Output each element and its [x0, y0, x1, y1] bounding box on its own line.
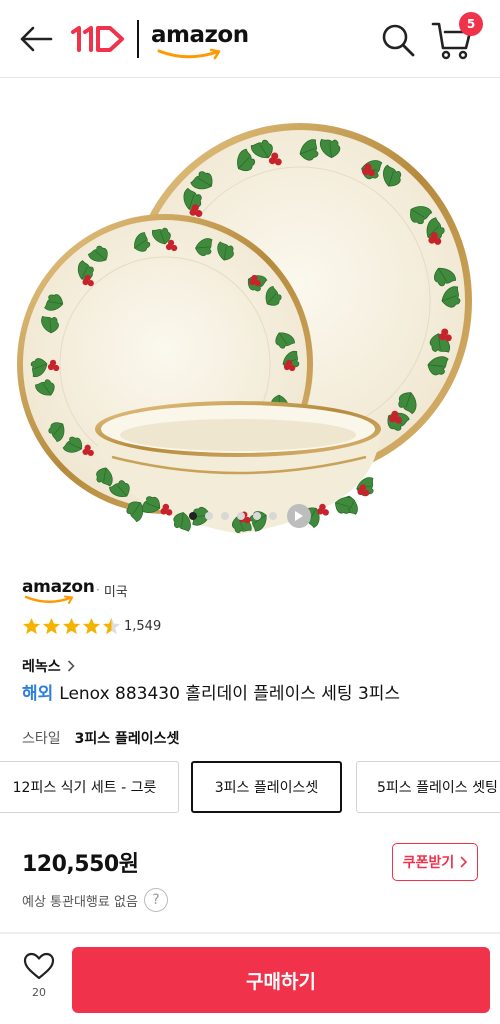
option-chips: 12피스 식기 세트 - 그릇 3피스 플레이스셋 5피스 플레이스 셋팅 [0, 761, 500, 815]
star-rating [22, 617, 121, 636]
seller-amazon-logo: amazon [22, 576, 95, 604]
option-chip-selected[interactable]: 3피스 플레이스셋 [191, 761, 342, 813]
style-row: 스타일 3피스 플레이스셋 [22, 728, 179, 748]
pagination-dot[interactable] [221, 512, 229, 520]
option-label: 5피스 플레이스 셋팅 [377, 780, 498, 796]
option-label: 12피스 식기 세트 - 그릇 [12, 780, 157, 796]
image-pagination [0, 504, 500, 528]
star-icon [42, 617, 61, 634]
play-icon [295, 511, 303, 521]
dinnerware-illustration [17, 123, 472, 537]
product-title-text: Lenox 883430 홀리데이 플레이스 세팅 3피스 [59, 684, 401, 704]
pagination-dot[interactable] [205, 512, 213, 520]
product-image[interactable] [0, 79, 500, 549]
style-value: 3피스 플레이스셋 [74, 731, 180, 747]
wishlist-count: 20 [32, 986, 46, 999]
video-play-button[interactable] [287, 504, 311, 528]
amazon-header-logo: amazon [151, 20, 251, 60]
product-title: 해외 Lenox 883430 홀리데이 플레이스 세팅 3피스 [22, 682, 482, 706]
customs-text: 예상 통관대행료 없음 [22, 894, 138, 910]
amazon-logo-text: amazon [151, 22, 249, 48]
seller-row: amazon · 미국 [22, 576, 128, 604]
overseas-tag: 해외 [22, 684, 54, 704]
brand-name: 레녹스 [22, 659, 61, 675]
chevron-right-icon [67, 660, 75, 672]
amazon-smile-icon [157, 48, 221, 60]
search-icon [382, 24, 415, 57]
option-label: 3피스 플레이스셋 [214, 780, 319, 796]
rating-row[interactable]: 1,549 [22, 616, 161, 636]
cart-count-badge: 5 [459, 12, 483, 36]
top-header: amazon 5 [0, 0, 500, 78]
star-icon [62, 617, 81, 634]
wishlist-button[interactable]: 20 [14, 952, 64, 1012]
arrow-left-icon [20, 26, 53, 52]
separator-dot: · [96, 583, 100, 597]
brand-link[interactable]: 레녹스 [22, 656, 75, 676]
chevron-right-icon [460, 856, 468, 868]
coupon-button[interactable]: 쿠폰받기 [392, 843, 478, 881]
back-button[interactable] [14, 20, 58, 58]
option-chip[interactable]: 5피스 플레이스 셋팅 [356, 761, 500, 813]
seller-country: 미국 [103, 584, 128, 600]
search-button[interactable] [378, 20, 418, 60]
pagination-dot[interactable] [253, 512, 261, 520]
review-count: 1,549 [124, 618, 162, 634]
pagination-dot[interactable] [189, 512, 197, 520]
style-label: 스타일 [22, 731, 61, 747]
buy-button[interactable]: 구매하기 [72, 947, 490, 1013]
bottom-action-bar: 20 구매하기 [0, 934, 500, 1024]
coupon-label: 쿠폰받기 [402, 855, 455, 871]
price: 120,550원 [22, 852, 139, 877]
heart-icon [23, 952, 55, 980]
logo-divider [137, 20, 139, 58]
star-icon [82, 617, 101, 634]
11st-logo[interactable] [70, 22, 126, 56]
pagination-dot[interactable] [269, 512, 277, 520]
option-chip[interactable]: 12피스 식기 세트 - 그릇 [0, 761, 179, 813]
customs-row: 예상 통관대행료 없음 ? [22, 888, 168, 912]
amazon-smile-icon [24, 595, 74, 604]
star-icon [22, 617, 41, 634]
star-half-icon [102, 617, 121, 634]
pagination-dot[interactable] [237, 512, 245, 520]
help-icon[interactable]: ? [143, 888, 168, 912]
